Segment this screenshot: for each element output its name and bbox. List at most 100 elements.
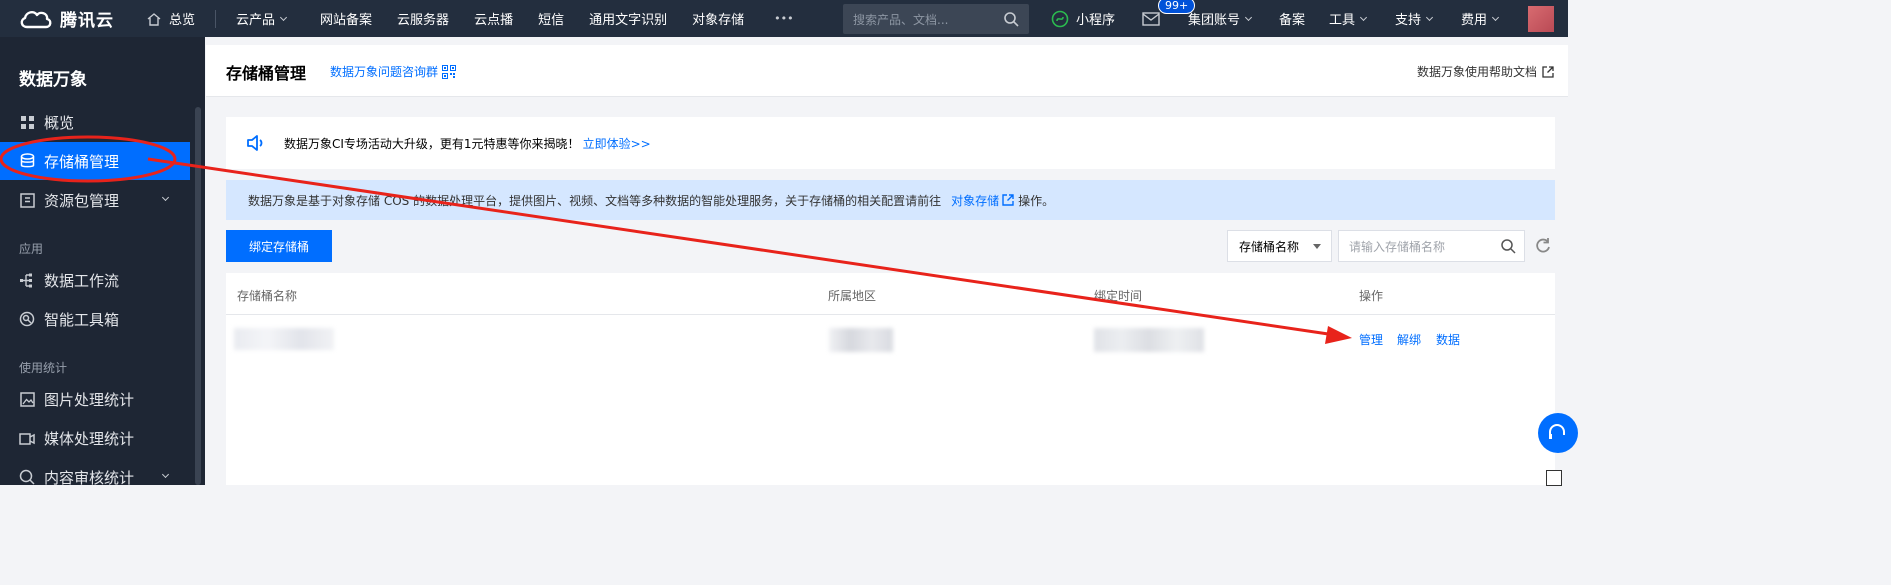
nav-vod[interactable]: 云点播 [474, 0, 513, 37]
filter-field-select[interactable]: 存储桶名称 [1227, 230, 1332, 262]
sidebar-item-overview[interactable]: 概览 [0, 103, 190, 141]
info-text: 数据万象是基于对象存储 COS 的数据处理平台，提供图片、视频、文档等多种数据的… [248, 193, 942, 208]
nav-label: 短信 [538, 13, 565, 28]
qr-code-icon[interactable] [1546, 470, 1562, 486]
search-icon[interactable] [1003, 11, 1019, 27]
image-icon [19, 391, 35, 407]
bucket-search-input[interactable]: 请输入存储桶名称 [1338, 230, 1525, 262]
sidebar-item-label: 内容审核统计 [44, 468, 135, 487]
column-header-bind-time: 绑定时间 [1094, 289, 1143, 303]
sidebar-group-usage: 使用统计 [19, 361, 68, 375]
consult-group-link[interactable]: 数据万象问题咨询群 [330, 63, 457, 80]
bind-bucket-button[interactable]: 绑定存储桶 [226, 230, 332, 262]
blurred-bind-time [1094, 328, 1204, 352]
chevron-down-icon [161, 470, 170, 479]
nav-ocr[interactable]: 通用文字识别 [589, 0, 667, 37]
chevron-down-icon [1425, 13, 1434, 21]
nav-label: 云点播 [474, 13, 514, 28]
sidebar-item-label: 媒体处理统计 [44, 429, 135, 448]
cloud-logo-icon [20, 10, 52, 28]
group-account-label: 集团账号 [1188, 13, 1241, 28]
help-doc-label: 数据万象使用帮助文档 [1416, 65, 1537, 79]
mini-program-icon [1051, 10, 1069, 27]
nav-cvm[interactable]: 云服务器 [397, 0, 449, 37]
consult-group-label: 数据万象问题咨询群 [330, 65, 439, 79]
nav-filing[interactable]: 备案 [1279, 0, 1305, 37]
column-header-actions: 操作 [1359, 289, 1384, 303]
nav-sms[interactable]: 短信 [538, 0, 564, 37]
refresh-icon[interactable] [1534, 237, 1552, 255]
database-icon [19, 153, 35, 169]
qr-code-icon [442, 64, 457, 79]
blurred-bucket-name [234, 328, 334, 350]
tencent-cloud-logo[interactable]: 腾讯云 [0, 6, 126, 31]
page-header: 存储桶管理 数据万象问题咨询群 数据万象使用帮助文档 [206, 45, 1568, 97]
nav-group-account[interactable]: 集团账号 [1188, 0, 1253, 37]
sidebar-item-label: 资源包管理 [44, 191, 120, 210]
external-link-icon [1542, 65, 1554, 78]
nav-mini-program[interactable]: 小程序 [1051, 0, 1115, 37]
tools-label: 工具 [1329, 13, 1356, 28]
nav-label: 网站备案 [320, 13, 373, 28]
sidebar-item-package[interactable]: 资源包管理 [0, 181, 190, 219]
nav-label: 对象存储 [692, 13, 745, 28]
speaker-icon [247, 135, 263, 151]
info-banner: 数据万象是基于对象存储 COS 的数据处理平台，提供图片、视频、文档等多种数据的… [226, 180, 1555, 220]
info-suffix: 操作。 [1018, 193, 1055, 208]
sidebar-item-workflow[interactable]: 数据工作流 [0, 261, 190, 299]
nav-billing[interactable]: 费用 [1461, 0, 1500, 37]
page-title: 存储桶管理 [226, 64, 307, 83]
bucket-table: 存储桶名称 所属地区 绑定时间 操作 管理 解绑 数据 [226, 273, 1555, 485]
chevron-down-icon [1244, 13, 1253, 21]
home-icon [147, 12, 161, 26]
billing-label: 费用 [1461, 13, 1488, 28]
nav-products[interactable]: 云产品 [236, 0, 288, 37]
support-label: 支持 [1395, 13, 1422, 28]
sidebar-group-app: 应用 [19, 242, 44, 256]
chevron-down-icon [161, 193, 170, 202]
search-placeholder: 搜索产品、文档... [853, 12, 949, 27]
filter-selected-value: 存储桶名称 [1239, 239, 1300, 254]
sidebar-item-toolbox[interactable]: 智能工具箱 [0, 300, 190, 338]
nav-tools[interactable]: 工具 [1329, 0, 1368, 37]
filing-label: 备案 [1279, 13, 1306, 28]
search-icon[interactable] [1500, 238, 1516, 254]
blurred-region [829, 328, 893, 352]
column-header-region: 所属地区 [828, 289, 877, 303]
promo-notice: 数据万象CI专场活动大升级，更有1元特惠等你来揭晓！ 立即体验>> [226, 117, 1555, 169]
sidebar-item-audit-stats[interactable]: 内容审核统计 [0, 458, 190, 496]
sidebar-item-label: 数据工作流 [44, 271, 120, 290]
sidebar-item-bucket[interactable]: 存储桶管理 [0, 142, 190, 180]
nav-cos[interactable]: 对象存储 [692, 0, 744, 37]
global-search-input[interactable]: 搜索产品、文档... [843, 4, 1029, 34]
package-icon [19, 192, 35, 208]
chevron-down-icon [1491, 13, 1500, 21]
nav-beian[interactable]: 网站备案 [320, 0, 372, 37]
sidebar-scrollbar[interactable] [195, 107, 201, 485]
cos-link[interactable]: 对象存储 [951, 192, 1014, 209]
workflow-icon [19, 272, 35, 288]
sidebar-title: 数据万象 [19, 70, 87, 90]
search-placeholder: 请输入存储桶名称 [1349, 239, 1446, 254]
data-link[interactable]: 数据 [1436, 331, 1460, 348]
more-icon[interactable]: ••• [774, 0, 793, 37]
nav-label: 通用文字识别 [589, 13, 668, 28]
help-doc-link[interactable]: 数据万象使用帮助文档 [1417, 63, 1554, 80]
user-avatar[interactable] [1528, 6, 1554, 32]
sidebar-item-media-stats[interactable]: 媒体处理统计 [0, 419, 190, 457]
nav-support[interactable]: 支持 [1395, 0, 1434, 37]
grid-icon [19, 114, 35, 130]
nav-overview[interactable]: 总览 [146, 0, 195, 37]
sidebar-item-label: 存储桶管理 [44, 152, 120, 171]
nav-label: 云服务器 [397, 13, 450, 28]
column-header-name: 存储桶名称 [237, 289, 298, 303]
promo-link[interactable]: 立即体验>> [583, 135, 651, 152]
cos-link-label: 对象存储 [951, 193, 1000, 208]
sidebar-item-image-stats[interactable]: 图片处理统计 [0, 380, 190, 418]
online-support-button[interactable] [1538, 413, 1578, 453]
toolbox-icon [19, 311, 35, 327]
unbind-link[interactable]: 解绑 [1397, 331, 1421, 348]
manage-link[interactable]: 管理 [1359, 331, 1383, 348]
top-navbar: 腾讯云 总览 云产品 网站备案 云服务器 云点播 短信 通用文字识别 对象存储 … [0, 0, 1568, 37]
nav-overview-label: 总览 [169, 13, 196, 28]
